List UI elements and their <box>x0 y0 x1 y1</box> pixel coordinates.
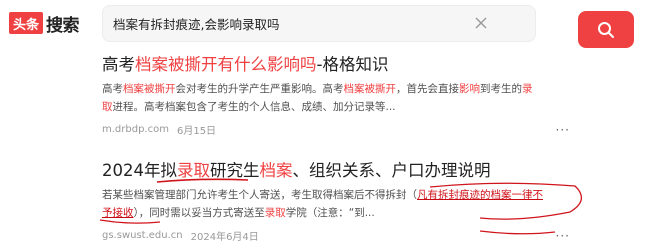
snippet-highlight: 录取 <box>264 207 286 219</box>
title-text: 、组织关系、户口办理说明 <box>292 161 491 180</box>
result-title-link[interactable]: 高考档案被撕开有什么影响吗-格格知识 <box>102 54 562 76</box>
logo-badge: 头条 <box>9 12 43 34</box>
snippet-text: ，首先会直接 <box>396 83 459 95</box>
result-meta: gs.swust.edu.cn 2024年6月4日 ··· <box>102 228 569 244</box>
title-highlight: 档案被撕开有什么影响吗 <box>135 55 317 74</box>
search-result: 高考档案被撕开有什么影响吗-格格知识 高考档案被撕开会对考生的升学产生严重影响。… <box>102 54 569 138</box>
title-text: -格格知识 <box>316 55 389 74</box>
result-meta: m.drbdp.com 6月15日 ··· <box>102 122 569 138</box>
more-options-button[interactable]: ··· <box>556 123 570 137</box>
search-header: 头条 搜索 <box>0 0 653 48</box>
search-result: 2024年拟录取研究生档案、组织关系、户口办理说明 若某些档案管理部门允许考生个… <box>102 160 569 244</box>
toutiao-search-logo[interactable]: 头条 搜索 <box>9 12 80 36</box>
result-snippet: 高考档案被撕开会对考生的升学产生严重影响。高考档案被撕开，首先会直接影响到考生的… <box>102 80 562 116</box>
snippet-text: 若某些档案管理部门允许考生个人寄送，考生取得档案后不得拆封（ <box>102 189 417 201</box>
snippet-text: 到考生的 <box>480 83 522 95</box>
search-button[interactable] <box>578 11 634 48</box>
title-highlight: 录取 <box>177 161 210 180</box>
snippet-highlight: 档案被撕开 <box>123 83 176 95</box>
title-text: 研究生 <box>210 161 260 180</box>
result-snippet: 若某些档案管理部门允许考生个人寄送，考生取得档案后不得拆封（凡有拆封痕迹的档案一… <box>102 186 562 222</box>
snippet-text: 高考 <box>102 83 123 95</box>
title-text: 2024年拟 <box>102 161 177 180</box>
snippet-highlight: 取 <box>102 101 113 113</box>
snippet-text: 学院（注意：“到... <box>285 207 375 219</box>
result-date: 2024年6月4日 <box>190 232 259 243</box>
snippet-annotated-text: 予接收 <box>102 207 134 219</box>
snippet-text: 会对考生的升学产生严重影响。高考 <box>175 83 344 95</box>
title-text: 高考 <box>102 55 135 74</box>
search-bar <box>102 5 634 48</box>
search-icon <box>598 21 614 38</box>
logo-text: 搜索 <box>46 15 80 36</box>
snippet-highlight: 档案被撕开 <box>343 83 397 95</box>
search-input[interactable] <box>113 6 453 41</box>
snippet-highlight: 录 <box>522 83 533 95</box>
snippet-highlight: 影响 <box>459 83 480 95</box>
result-source[interactable]: m.drbdp.com <box>102 124 169 135</box>
snippet-text: 进程。高考档案包含了考生的个人信息、成绩、加分记录等... <box>112 101 396 113</box>
snippet-annotated-text: 凡有拆封痕迹的档案一律不 <box>417 189 543 201</box>
close-icon[interactable] <box>473 15 489 31</box>
result-title-link[interactable]: 2024年拟录取研究生档案、组织关系、户口办理说明 <box>102 160 562 182</box>
result-source[interactable]: gs.swust.edu.cn <box>102 230 183 241</box>
title-highlight: 档案 <box>259 161 293 180</box>
result-date: 6月15日 <box>176 126 217 137</box>
more-options-button[interactable]: ··· <box>556 229 570 243</box>
snippet-text: ），同时需以妥当方式寄送至 <box>133 207 265 219</box>
